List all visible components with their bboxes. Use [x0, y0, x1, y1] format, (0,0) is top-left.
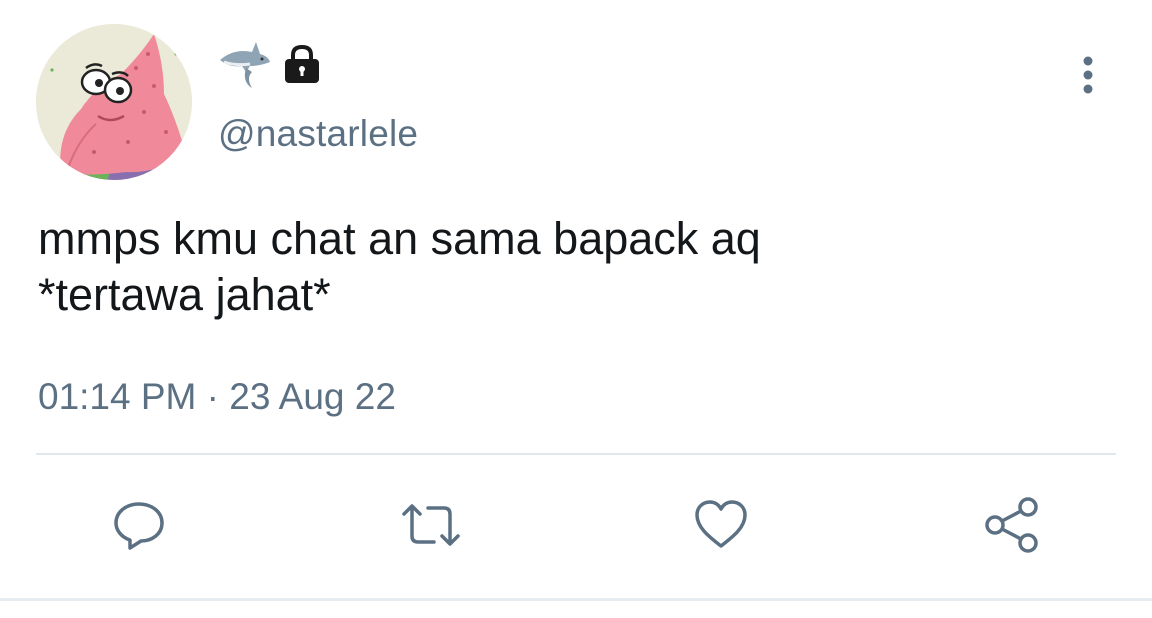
- bottom-divider: [0, 598, 1152, 601]
- share-button[interactable]: [976, 490, 1046, 560]
- divider: [36, 453, 1116, 455]
- shark-emoji-icon: [216, 38, 272, 90]
- tweet-text-line: *tertawa jahat*: [38, 269, 331, 320]
- user-handle[interactable]: @nastarlele: [218, 112, 418, 156]
- comment-icon: [114, 502, 164, 550]
- reply-button[interactable]: [104, 490, 174, 560]
- retweet-icon: [402, 504, 460, 546]
- tweet-actions-bar: [0, 490, 1152, 560]
- lock-icon: [280, 42, 324, 86]
- avatar[interactable]: [36, 24, 192, 180]
- more-options-icon[interactable]: [1070, 54, 1106, 98]
- tweet-text: mmps kmu chat an sama bapack aq *tertawa…: [38, 211, 1108, 323]
- tweet-card: @nastarlele mmps kmu chat an sama bapack…: [0, 0, 1152, 618]
- tweet-timestamp[interactable]: 01:14 PM · 23 Aug 22: [38, 372, 396, 422]
- like-button[interactable]: [686, 490, 756, 560]
- tweet-text-line: mmps kmu chat an sama bapack aq: [38, 213, 761, 264]
- display-name[interactable]: [216, 38, 324, 90]
- share-icon: [985, 497, 1038, 553]
- retweet-button[interactable]: [396, 490, 466, 560]
- heart-icon: [695, 500, 747, 548]
- avatar-image: [36, 24, 192, 180]
